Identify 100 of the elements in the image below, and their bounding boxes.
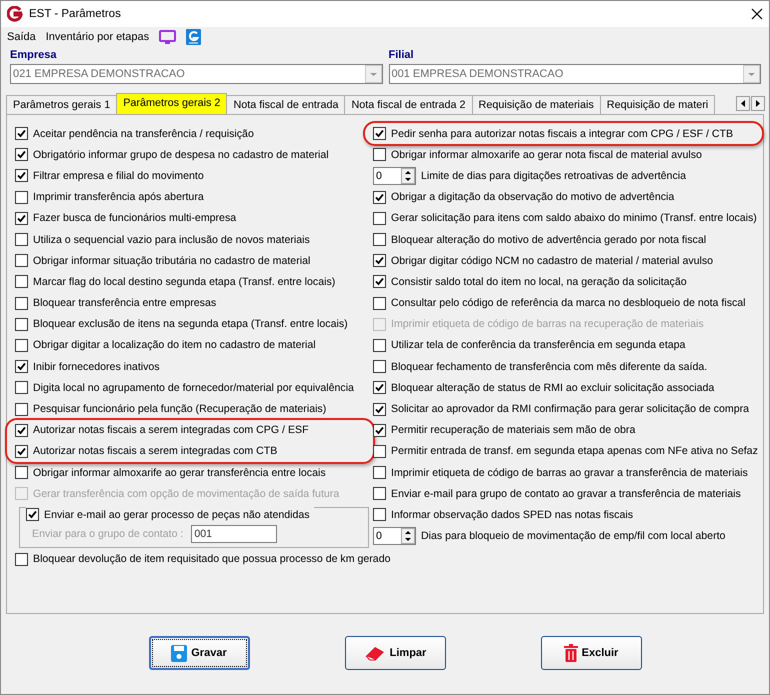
input-field[interactable]: 001 bbox=[191, 525, 278, 544]
checkbox-label: Pedir senha para autorizar notas fiscais a integrar com CPG / ESF / CTB bbox=[391, 128, 734, 140]
checkbox-label: Aceitar pendência na transferência / requisição bbox=[33, 128, 254, 140]
checkbox-label: Obrigar digitar a localização do item no cadastro de material bbox=[33, 339, 316, 352]
checkbox-label: Bloquear alteração do motivo de advertência gerado por nota fiscal bbox=[391, 234, 706, 246]
menu-item[interactable]: Inventário por etapas bbox=[46, 31, 150, 43]
app-logo-icon[interactable] bbox=[186, 29, 202, 45]
monitor-icon[interactable] bbox=[159, 30, 176, 44]
action-button[interactable]: Limpar bbox=[344, 636, 446, 670]
scroll-right-icon[interactable] bbox=[751, 96, 765, 110]
field-label: Filial bbox=[388, 49, 415, 63]
checkbox[interactable] bbox=[15, 296, 28, 310]
checkbox[interactable] bbox=[373, 508, 386, 522]
field-label: Enviar para o grupo de contato : bbox=[32, 528, 184, 540]
scroll-left-icon[interactable] bbox=[736, 96, 750, 110]
checkbox[interactable] bbox=[373, 402, 386, 416]
spin-label: Dias para bloqueio de movimentação de emp/fil com local aberto bbox=[421, 530, 726, 542]
checkbox[interactable] bbox=[373, 148, 386, 162]
checkbox[interactable] bbox=[15, 318, 28, 331]
checkbox[interactable] bbox=[15, 212, 28, 225]
checkbox-label: Bloquear devolução de item requisitado que possua processo de km gerado bbox=[33, 553, 390, 566]
tab[interactable]: Parâmetros gerais 1 bbox=[6, 95, 118, 114]
checkbox[interactable] bbox=[15, 190, 28, 204]
checkbox-label: Enviar e-mail para grupo de contato ao gravar a transferência de materiais bbox=[391, 488, 741, 500]
checkbox-label: Imprimir etiqueta de código de barras ao gravar a transferência de materiais bbox=[391, 466, 748, 479]
checkbox-label: Utiliza o sequencial vazio para inclusão de novos materiais bbox=[33, 234, 310, 246]
checkbox[interactable] bbox=[373, 190, 386, 204]
checkbox[interactable] bbox=[15, 424, 28, 437]
checkbox[interactable] bbox=[15, 127, 28, 140]
action-button[interactable]: Gravar bbox=[148, 636, 250, 670]
trash-icon bbox=[564, 644, 578, 662]
checkbox-label: Fazer busca de funcionários multi-empresa bbox=[33, 212, 236, 224]
checkbox[interactable] bbox=[15, 233, 28, 246]
checkbox[interactable] bbox=[15, 360, 28, 374]
close-icon[interactable] bbox=[751, 8, 763, 20]
dropdown-field[interactable]: 021 EMPRESA DEMONSTRACAO bbox=[10, 64, 382, 84]
checkbox[interactable] bbox=[26, 508, 39, 522]
checkbox-label: Imprimir transferência após abertura bbox=[33, 191, 204, 204]
checkbox[interactable] bbox=[15, 552, 28, 566]
checkbox[interactable] bbox=[15, 338, 28, 352]
checkbox[interactable] bbox=[15, 381, 28, 394]
checkbox-label: Inibir fornecedores inativos bbox=[33, 360, 160, 373]
checkbox[interactable] bbox=[373, 127, 386, 140]
checkbox-label: Gerar solicitação para itens com saldo abaixo do minimo (Transf. entre locais) bbox=[391, 212, 757, 224]
field-label: Empresa bbox=[10, 49, 58, 63]
checkbox-label: Obrigar informar almoxarife ao gerar transferência entre locais bbox=[33, 466, 326, 479]
spin-arrows-icon[interactable] bbox=[401, 528, 415, 544]
checkbox[interactable] bbox=[373, 381, 386, 394]
checkbox-label: Bloquear fechamento de transferência com mês diferente da saída. bbox=[391, 360, 708, 373]
spin-arrows-icon[interactable] bbox=[401, 168, 415, 184]
checkbox[interactable] bbox=[373, 487, 386, 500]
checkbox-label: Permitir recuperação de materiais sem mão de obra bbox=[391, 424, 636, 436]
checkbox[interactable] bbox=[15, 148, 28, 162]
checkbox-label: Bloquear transferência entre empresas bbox=[33, 297, 216, 310]
checkbox-label: Digita local no agrupamento de fornecedor/material por equivalência bbox=[33, 382, 354, 394]
checkbox-label: Pesquisar funcionário pela função (Recuperação de materiais) bbox=[33, 403, 326, 416]
checkbox-label: Enviar e-mail ao gerar processo de peças não atendidas bbox=[44, 508, 310, 521]
checkbox-label: Consistir saldo total do item no local, na geração da solicitação bbox=[391, 276, 687, 288]
checkbox-label: Gerar transferência com opção de movimentação de saída futura bbox=[33, 488, 340, 500]
checkbox[interactable] bbox=[373, 424, 386, 437]
checkbox[interactable] bbox=[373, 212, 386, 225]
checkbox[interactable] bbox=[15, 275, 28, 288]
tab[interactable]: Parâmetros gerais 2 bbox=[116, 93, 228, 114]
checkbox-label: Obrigar a digitação da observação do motivo de advertência bbox=[391, 191, 674, 204]
checkbox[interactable] bbox=[373, 466, 386, 480]
checkbox[interactable] bbox=[15, 444, 28, 458]
tab[interactable]: Requisição de materi bbox=[600, 95, 716, 114]
checkbox[interactable] bbox=[373, 233, 386, 246]
dropdown-field[interactable]: 001 EMPRESA DEMONSTRACAO bbox=[388, 64, 761, 84]
checkbox[interactable] bbox=[15, 402, 28, 416]
checkbox-label: Permitir entrada de transf. em segunda etapa apenas com NFe ativa no Sefaz bbox=[391, 445, 758, 458]
checkbox-label: Obrigar digitar código NCM no cadastro de material / material avulso bbox=[391, 254, 714, 267]
window-title: EST - Parâmetros bbox=[29, 8, 122, 20]
checkbox-label: Filtrar empresa e filial do movimento bbox=[33, 170, 204, 182]
spin-label: Limite de dias para digitações retroativas de advertência bbox=[421, 170, 686, 182]
checkbox[interactable] bbox=[373, 275, 386, 288]
checkbox[interactable] bbox=[373, 254, 386, 268]
checkbox[interactable] bbox=[373, 360, 386, 374]
checkbox-label: Autorizar notas fiscais a serem integradas com CTB bbox=[33, 445, 278, 458]
checkbox-label: Bloquear exclusão de itens na segunda etapa (Transf. entre locais) bbox=[33, 318, 348, 330]
checkbox-label: Utilizar tela de conferência da transferência em segunda etapa bbox=[391, 339, 686, 352]
checkbox[interactable] bbox=[15, 254, 28, 268]
checkbox-label: Consultar pelo código de referência da marca no desbloqueio de nota fiscal bbox=[391, 297, 746, 310]
checkbox-label: Obrigar informar almoxarife ao gerar nota fiscal de material avulso bbox=[391, 148, 702, 161]
checkbox-label: Solicitar ao aprovador da RMI confirmação para gerar solicitação de compra bbox=[391, 403, 750, 416]
menu-item[interactable]: Saída bbox=[7, 31, 36, 43]
checkbox-label: Bloquear alteração de status de RMI ao excluir solicitação associada bbox=[391, 382, 714, 394]
checkbox[interactable] bbox=[15, 466, 28, 480]
checkbox-label: Obrigatório informar grupo de despesa no cadastro de material bbox=[33, 148, 329, 161]
action-button[interactable]: Excluir bbox=[540, 636, 642, 670]
checkbox[interactable] bbox=[373, 338, 386, 352]
eraser-icon bbox=[364, 645, 386, 661]
checkbox-label: Informar observação dados SPED nas notas fiscais bbox=[391, 508, 634, 521]
checkbox-label: Marcar flag do local destino segunda etapa (Transf. entre locais) bbox=[33, 276, 336, 288]
checkbox[interactable] bbox=[373, 444, 386, 458]
checkbox-label: Obrigar informar situação tributária no cadastro de material bbox=[33, 254, 310, 267]
app-logo-icon bbox=[7, 6, 23, 22]
checkbox[interactable] bbox=[373, 296, 386, 310]
checkbox[interactable] bbox=[15, 169, 28, 182]
checkbox-label: Imprimir etiqueta de código de barras na recuperação de materiais bbox=[391, 318, 704, 330]
